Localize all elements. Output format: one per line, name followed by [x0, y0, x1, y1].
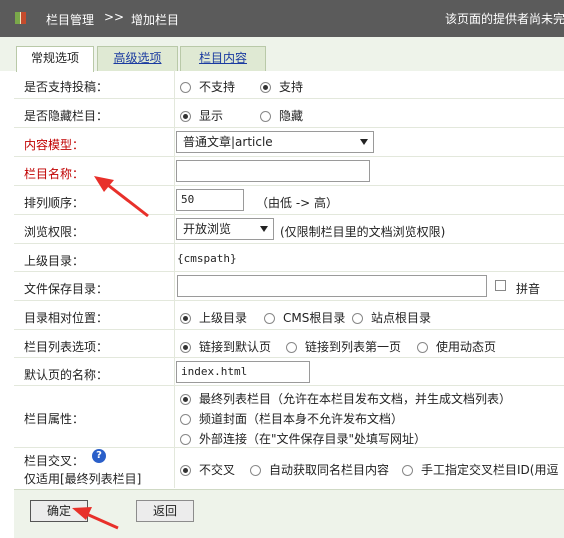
radio-external-link[interactable]: 外部连接（在"文件保存目录"处填写网址） [180, 430, 426, 447]
tab-advanced[interactable]: 高级选项 [97, 46, 178, 71]
pinyin-label: 拼音 [516, 282, 541, 296]
row-column-attr: 栏目属性： 最终列表栏目（允许在本栏目发布文档，并生成文档列表） 频道封面（栏目… [14, 386, 564, 448]
radio-site-root[interactable]: 站点根目录 [352, 309, 431, 326]
radio-allow-submit[interactable]: 支持 [260, 78, 303, 95]
top-header: 栏目管理 >> 增加栏目 该页面的提供者尚未完 [0, 0, 564, 37]
parent-dir-value: {cmspath} [177, 252, 237, 265]
row-relative-pos: 目录相对位置： 上级目录 CMS根目录 站点根目录 [14, 301, 564, 330]
confirm-button[interactable]: 确定 [30, 500, 88, 522]
row-save-dir: 文件保存目录： 拼音 [14, 272, 564, 301]
list-option-label: 栏目列表选项： [24, 340, 109, 354]
cross-sublabel: 仅适用[最终列表栏目] [24, 472, 142, 486]
row-column-name: 栏目名称： [14, 157, 564, 186]
sort-order-label: 排列顺序： [24, 196, 85, 210]
radio-channel-cover[interactable]: 频道封面（栏目本身不允许发布文档） [180, 410, 403, 427]
row-cross: 栏目交叉： ? 仅适用[最终列表栏目] 不交叉 自动获取同名栏目内容 手工指定交… [14, 448, 564, 488]
row-parent-dir: 上级目录： {cmspath} [14, 244, 564, 272]
dropdown-arrow-icon [260, 226, 268, 232]
radio-show[interactable]: 显示 [180, 107, 223, 124]
row-list-option: 栏目列表选项： 链接到默认页 链接到列表第一页 使用动态页 [14, 330, 564, 358]
radio-hide[interactable]: 隐藏 [260, 107, 303, 124]
dropdown-arrow-icon [360, 139, 368, 145]
radio-link-first-page[interactable]: 链接到列表第一页 [286, 338, 401, 355]
tab-bar: 常规选项 高级选项 栏目内容 [0, 37, 564, 72]
default-page-input[interactable]: index.html [176, 361, 310, 383]
row-browse-permission: 浏览权限： 开放浏览 (仅限制栏目里的文档浏览权限) [14, 215, 564, 244]
row-sort-order: 排列顺序： 50 （由低 -> 高） [14, 186, 564, 215]
radio-parent-dir[interactable]: 上级目录 [180, 309, 247, 326]
browse-permission-select[interactable]: 开放浏览 [176, 218, 274, 240]
row-content-model: 内容模型： 普通文章|article [14, 128, 564, 157]
pinyin-checkbox[interactable] [495, 280, 506, 291]
breadcrumb-column-manage[interactable]: 栏目管理 [46, 11, 94, 28]
radio-cms-root[interactable]: CMS根目录 [264, 309, 345, 326]
provider-notice: 该页面的提供者尚未完 [445, 12, 564, 26]
button-bar: 确定 返回 [14, 489, 564, 538]
book-icon [15, 12, 26, 24]
relative-pos-label: 目录相对位置： [24, 311, 109, 325]
allow-submit-label: 是否支持投稿： [24, 80, 109, 94]
row-hide-column: 是否隐藏栏目： 显示 隐藏 [14, 99, 564, 128]
column-attr-label: 栏目属性： [24, 412, 85, 426]
browse-permission-hint: (仅限制栏目里的文档浏览权限) [280, 225, 446, 239]
save-dir-input[interactable] [177, 275, 487, 297]
radio-not-allow-submit[interactable]: 不支持 [180, 78, 235, 95]
content-model-label: 内容模型： [24, 138, 85, 152]
radio-link-default[interactable]: 链接到默认页 [180, 338, 271, 355]
breadcrumb-separator: >> [104, 10, 125, 24]
sort-order-input[interactable]: 50 [176, 189, 244, 211]
radio-no-cross[interactable]: 不交叉 [180, 461, 235, 478]
breadcrumb-add-column: 增加栏目 [131, 13, 180, 27]
back-button[interactable]: 返回 [136, 500, 194, 522]
column-name-input[interactable] [176, 160, 370, 182]
column-name-label: 栏目名称： [24, 167, 85, 181]
radio-auto-cross[interactable]: 自动获取同名栏目内容 [250, 461, 389, 478]
content-model-select[interactable]: 普通文章|article [176, 131, 374, 153]
sort-order-hint: （由低 -> 高） [256, 196, 339, 210]
radio-final-list[interactable]: 最终列表栏目（允许在本栏目发布文档，并生成文档列表） [180, 390, 511, 407]
radio-dynamic-page[interactable]: 使用动态页 [417, 338, 496, 355]
row-default-page: 默认页的名称： index.html [14, 358, 564, 386]
default-page-label: 默认页的名称： [24, 368, 109, 382]
row-allow-submit: 是否支持投稿： 不支持 支持 [14, 70, 564, 99]
column-form: 是否支持投稿： 不支持 支持 是否隐藏栏目： 显示 隐藏 内容模型： 普通文章|… [14, 70, 564, 488]
tab-general[interactable]: 常规选项 [16, 46, 94, 72]
radio-manual-cross[interactable]: 手工指定交叉栏目ID(用逗 [402, 461, 558, 478]
parent-dir-label: 上级目录： [24, 254, 85, 268]
tab-content[interactable]: 栏目内容 [180, 46, 266, 71]
browse-permission-label: 浏览权限： [24, 225, 85, 239]
save-dir-label: 文件保存目录： [24, 282, 109, 296]
help-icon[interactable]: ? [92, 449, 106, 463]
hide-column-label: 是否隐藏栏目： [24, 109, 109, 123]
cross-label: 栏目交叉： [24, 454, 85, 468]
